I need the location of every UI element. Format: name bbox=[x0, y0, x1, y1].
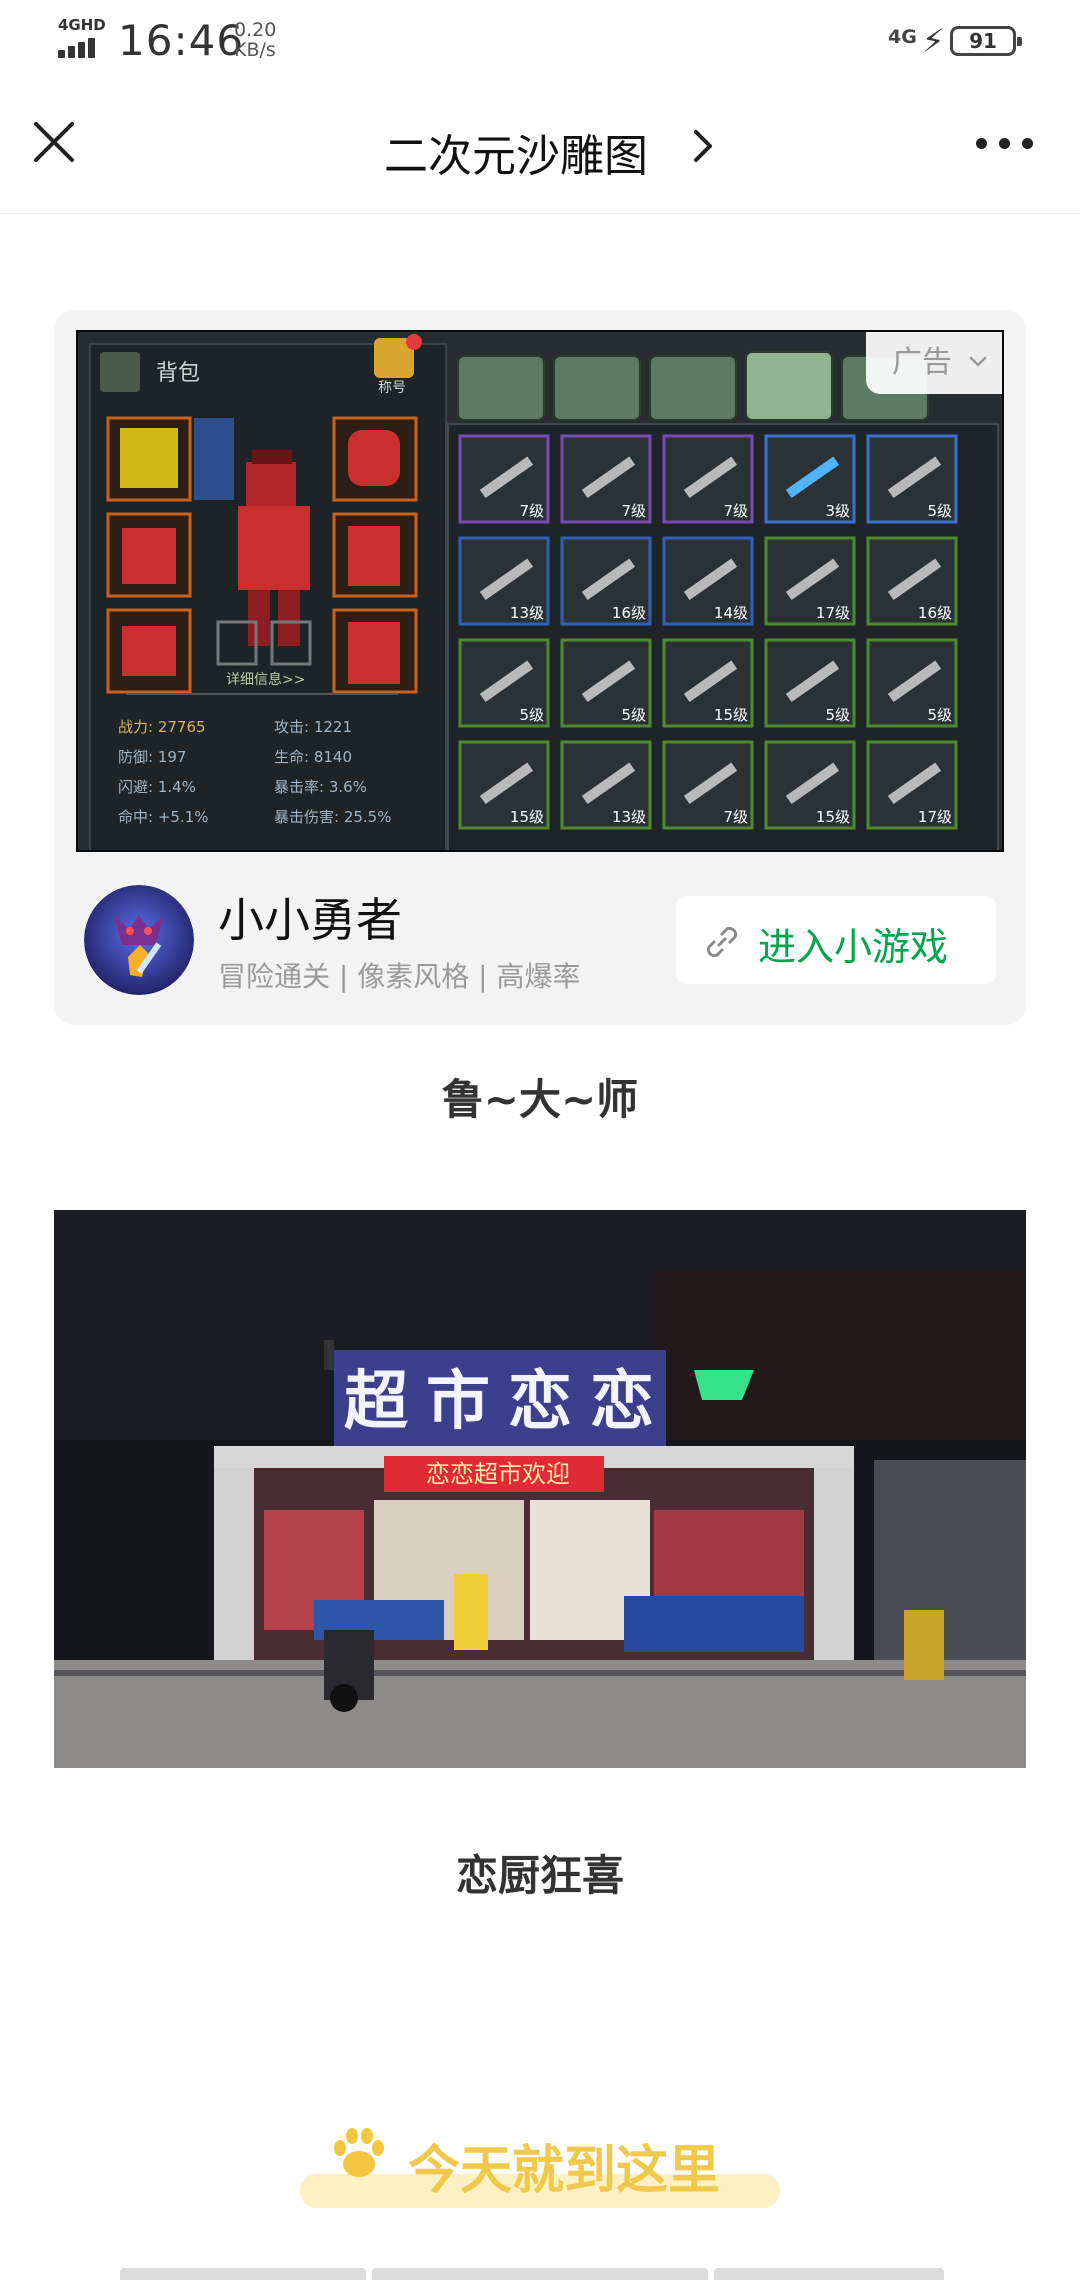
item-level: 5级 bbox=[825, 706, 850, 724]
ad-label: 广告 bbox=[892, 345, 952, 380]
item-level: 7级 bbox=[723, 808, 748, 826]
stat-hit: 命中: +5.1% bbox=[118, 808, 209, 826]
bottom-thumbnail[interactable] bbox=[120, 2268, 366, 2280]
speed-value: 0.20 bbox=[234, 19, 277, 41]
enter-mini-game-label: 进入小游戏 bbox=[758, 925, 949, 969]
stat-defense: 防御: 197 bbox=[118, 748, 186, 766]
caption-2: 恋厨狂喜 bbox=[455, 1851, 624, 1900]
game-screenshot[interactable]: 背包 称号 详细信息>> 战力: 27765 攻击: 1221 防御: 197 … bbox=[76, 330, 1004, 852]
item-level: 3级 bbox=[825, 502, 850, 520]
stat-dodge: 闪避: 1.4% bbox=[118, 778, 196, 796]
store-sign: 超市恋恋 bbox=[344, 1365, 672, 1439]
bottom-thumbnail[interactable] bbox=[372, 2268, 708, 2280]
battery-level: 91 bbox=[950, 26, 1022, 56]
backpack-label: 背包 bbox=[156, 361, 200, 386]
stat-hp: 生命: 8140 bbox=[274, 748, 352, 766]
chevron-right-icon[interactable] bbox=[688, 126, 718, 166]
stat-power: 战力: 27765 bbox=[118, 718, 206, 736]
item-level: 13级 bbox=[510, 604, 544, 622]
item-level: 17级 bbox=[918, 808, 952, 826]
network-type: 4GHD bbox=[58, 16, 106, 34]
speed-unit: KB/s bbox=[234, 39, 276, 61]
ad-card[interactable]: 背包 称号 详细信息>> 战力: 27765 攻击: 1221 防御: 197 … bbox=[54, 310, 1026, 1025]
item-level: 15级 bbox=[816, 808, 850, 826]
backpack-icon bbox=[100, 352, 140, 392]
clock: 16:46 bbox=[118, 16, 245, 65]
title-badge-label: 称号 bbox=[378, 380, 406, 396]
more-button[interactable] bbox=[970, 134, 1040, 154]
detail-link: 详细信息>> bbox=[226, 671, 305, 688]
item-level: 5级 bbox=[927, 502, 952, 520]
item-level: 7级 bbox=[621, 502, 646, 520]
link-icon bbox=[706, 926, 738, 958]
game-icon[interactable] bbox=[84, 885, 194, 995]
enter-mini-game-button[interactable]: 进入小游戏 bbox=[676, 896, 996, 984]
item-level: 17级 bbox=[816, 604, 850, 622]
more-dot bbox=[1022, 138, 1033, 149]
game-screenshot-art: 背包 称号 详细信息>> 战力: 27765 攻击: 1221 防御: 197 … bbox=[78, 332, 1002, 850]
end-marker: 今天就到这里 bbox=[300, 2114, 780, 2210]
right-network-type: 4G bbox=[888, 26, 917, 48]
game-name[interactable]: 小小勇者 bbox=[218, 884, 402, 950]
game-tags: 冒险通关 | 像素风格 | 高爆率 bbox=[218, 960, 581, 993]
network-speed: 0.20 KB/s bbox=[234, 20, 276, 60]
paw-icon bbox=[334, 2128, 384, 2177]
item-level: 7级 bbox=[519, 502, 544, 520]
more-dot bbox=[976, 138, 987, 149]
ad-label-button[interactable]: 广告 bbox=[866, 332, 1002, 394]
page-title[interactable]: 二次元沙雕图 bbox=[0, 120, 1080, 184]
status-bar: 4GHD 16:46 0.20 KB/s 4G ⚡ 91 bbox=[0, 0, 1080, 86]
bottom-thumbnail[interactable] bbox=[714, 2268, 944, 2280]
signal-icon bbox=[58, 36, 104, 58]
stat-attack: 攻击: 1221 bbox=[274, 718, 352, 736]
caption-1: 鲁~大~师 bbox=[441, 1075, 639, 1124]
store-photo[interactable]: 超市恋恋 恋恋超市欢迎 bbox=[54, 1210, 1026, 1768]
item-level: 5级 bbox=[927, 706, 952, 724]
item-level: 5级 bbox=[621, 706, 646, 724]
charging-icon: ⚡ bbox=[922, 22, 945, 60]
item-level: 14级 bbox=[714, 604, 748, 622]
item-level: 7级 bbox=[723, 502, 748, 520]
end-text: 今天就到这里 bbox=[408, 2141, 721, 2201]
page-title-text: 二次元沙雕图 bbox=[384, 131, 648, 182]
item-level: 15级 bbox=[714, 706, 748, 724]
stat-crit-damage: 暴击伤害: 25.5% bbox=[274, 808, 391, 826]
chevron-down-icon bbox=[969, 356, 987, 367]
item-level: 16级 bbox=[612, 604, 646, 622]
stat-crit-rate: 暴击率: 3.6% bbox=[274, 778, 367, 796]
item-level: 5级 bbox=[519, 706, 544, 724]
title-bar: 二次元沙雕图 bbox=[0, 86, 1080, 214]
store-banner: 恋恋超市欢迎 bbox=[426, 1460, 570, 1488]
more-dot bbox=[999, 138, 1010, 149]
item-level: 15级 bbox=[510, 808, 544, 826]
item-level: 13级 bbox=[612, 808, 646, 826]
store-photo-art: 超市恋恋 恋恋超市欢迎 bbox=[54, 1210, 1026, 1768]
item-level: 16级 bbox=[918, 604, 952, 622]
